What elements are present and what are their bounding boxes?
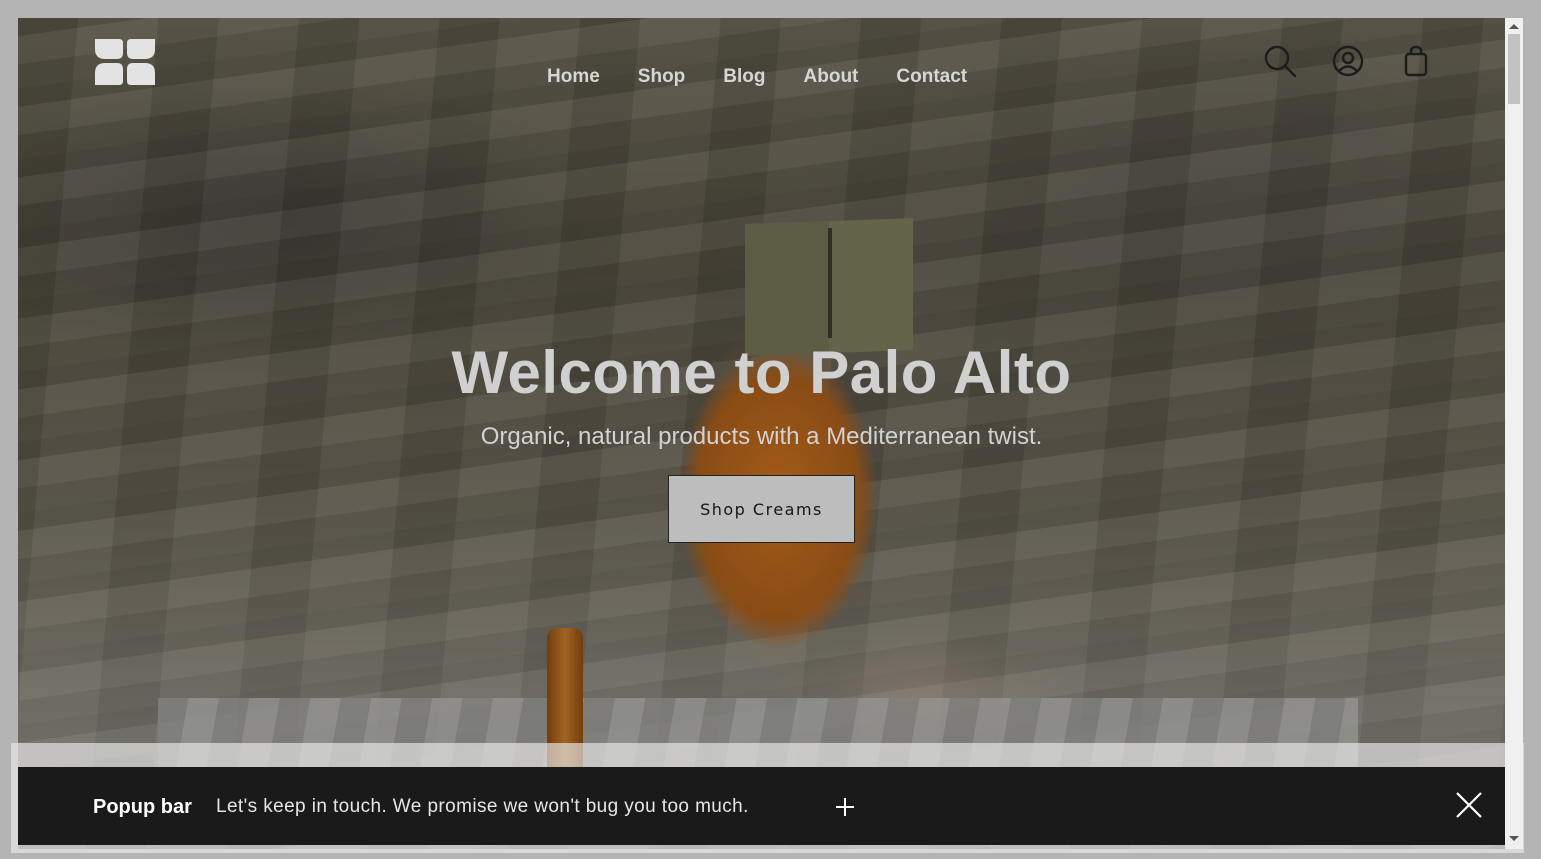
nav-home[interactable]: Home: [547, 66, 600, 88]
page-frame: Home Shop Blog About Contact Welcome to …: [18, 18, 1505, 849]
scroll-thumb[interactable]: [1508, 34, 1520, 104]
hero-title: Welcome to Palo Alto: [451, 339, 1072, 406]
scroll-up-arrow-icon[interactable]: [1509, 24, 1519, 29]
page-scrollbar[interactable]: [1505, 18, 1523, 849]
nav-shop[interactable]: Shop: [638, 66, 686, 88]
header-icons: [1263, 44, 1433, 78]
search-icon[interactable]: [1263, 44, 1297, 78]
brand-logo[interactable]: [93, 37, 157, 87]
popup-bar: Popup bar Let's keep in touch. We promis…: [18, 767, 1505, 845]
account-icon[interactable]: [1331, 44, 1365, 78]
shop-creams-button[interactable]: Shop Creams: [668, 475, 855, 543]
expand-plus-icon[interactable]: [834, 796, 856, 818]
main-nav: Home Shop Blog About Contact: [547, 66, 1005, 88]
cart-icon[interactable]: [1399, 44, 1433, 78]
site-header: Home Shop Blog About Contact: [18, 18, 1505, 104]
popup-message: Let's keep in touch. We promise we won't…: [216, 796, 749, 817]
scroll-down-arrow-icon[interactable]: [1509, 836, 1519, 841]
hero-subtitle: Organic, natural products with a Mediter…: [480, 423, 1043, 450]
close-icon[interactable]: [1455, 791, 1483, 819]
popup-title: Popup bar: [93, 796, 192, 818]
nav-blog[interactable]: Blog: [723, 66, 765, 88]
nav-contact[interactable]: Contact: [896, 66, 967, 88]
nav-about[interactable]: About: [804, 66, 859, 88]
